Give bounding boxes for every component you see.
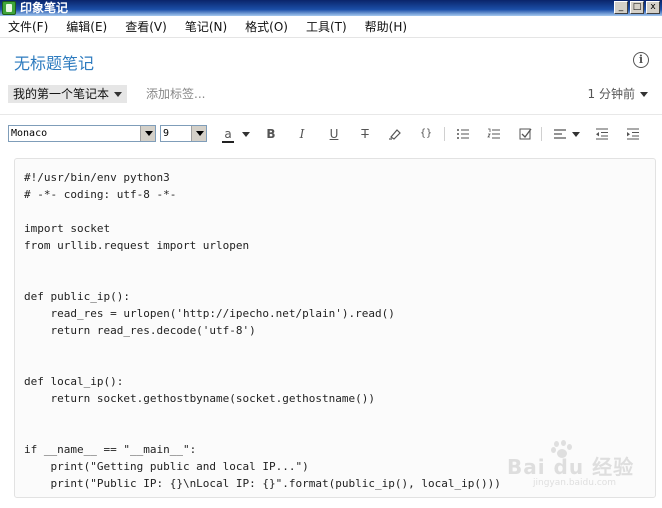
dropdown-arrow-icon[interactable]: [140, 126, 155, 141]
text-color-icon: a: [222, 128, 234, 143]
font-family-select[interactable]: Monaco: [8, 125, 156, 142]
minimize-button[interactable]: _: [614, 1, 628, 14]
menu-view[interactable]: 查看(V): [125, 18, 167, 35]
code-line: return socket.gethostbyname(socket.getho…: [24, 392, 375, 405]
format-toolbar: Monaco 9 a B I U T {}: [0, 114, 662, 150]
baidu-jingyan-watermark: Bai du 经验 jingyan.baidu.com: [507, 440, 647, 493]
font-family-value: Monaco: [11, 128, 48, 139]
code-line: print("Public IP: {}\nLocal IP: {}".form…: [24, 477, 501, 490]
toolbar-divider: [541, 127, 542, 141]
code-line: print("Getting public and local IP..."): [24, 460, 309, 473]
menu-file[interactable]: 文件(F): [8, 18, 48, 35]
note-time-menu[interactable]: 1 分钟前: [588, 85, 648, 103]
code-line: read_res = urlopen('http://ipecho.net/pl…: [24, 307, 395, 320]
watermark-text: Bai du 经验: [507, 455, 635, 479]
window-title: 印象笔记: [20, 1, 69, 15]
checkbox-icon[interactable]: [516, 125, 536, 143]
code-block[interactable]: #!/usr/bin/env python3 # -*- coding: utf-…: [24, 169, 501, 492]
code-line: import socket: [24, 222, 111, 235]
code-block-button[interactable]: {}: [416, 125, 436, 143]
align-icon[interactable]: [550, 125, 582, 143]
menu-bar: 文件(F) 编辑(E) 查看(V) 笔记(N) 格式(O) 工具(T) 帮助(H…: [0, 16, 662, 38]
info-icon[interactable]: i: [633, 52, 649, 68]
code-line: # -*- coding: utf-8 -*-: [24, 188, 177, 201]
indent-icon[interactable]: [623, 125, 643, 143]
underline-button[interactable]: U: [324, 125, 344, 143]
notebook-label: 我的第一个笔记本: [13, 87, 110, 101]
note-updated-label: 1 分钟前: [587, 87, 635, 101]
note-title[interactable]: 无标题笔记: [14, 50, 94, 74]
code-line: if __name__ == "__main__":: [24, 443, 197, 456]
window-controls: _ □ x: [614, 1, 660, 14]
outdent-icon[interactable]: [592, 125, 612, 143]
bold-button[interactable]: B: [261, 125, 281, 143]
code-line: def public_ip():: [24, 290, 130, 303]
chevron-down-icon: [242, 132, 250, 137]
watermark-url: jingyan.baidu.com: [533, 478, 617, 488]
menu-tools[interactable]: 工具(T): [306, 18, 347, 35]
chevron-down-icon: [640, 91, 648, 97]
window-titlebar: 印象笔记 _ □ x: [0, 0, 662, 16]
tag-input[interactable]: [146, 85, 266, 103]
menu-format[interactable]: 格式(O): [245, 18, 288, 35]
chevron-down-icon: [114, 91, 123, 97]
toolbar-divider: [444, 127, 445, 141]
text-color-button[interactable]: a: [220, 125, 250, 143]
dropdown-arrow-icon[interactable]: [191, 126, 206, 141]
code-line: #!/usr/bin/env python3: [24, 171, 170, 184]
maximize-button[interactable]: □: [630, 1, 644, 14]
font-size-select[interactable]: 9: [160, 125, 207, 142]
code-line: from urllib.request import urlopen: [24, 239, 250, 252]
close-button[interactable]: x: [646, 1, 660, 14]
font-size-value: 9: [163, 128, 170, 139]
numbered-list-icon[interactable]: [484, 125, 504, 143]
strikethrough-button[interactable]: T: [355, 125, 375, 143]
code-line: def local_ip():: [24, 375, 124, 388]
highlighter-icon[interactable]: [385, 125, 405, 143]
notebook-selector[interactable]: 我的第一个笔记本: [8, 85, 128, 103]
evernote-app-icon: [2, 1, 16, 15]
italic-button[interactable]: I: [292, 125, 312, 143]
bulleted-list-icon[interactable]: [453, 125, 473, 143]
menu-note[interactable]: 笔记(N): [185, 18, 227, 35]
menu-edit[interactable]: 编辑(E): [66, 18, 107, 35]
chevron-down-icon: [572, 132, 580, 137]
code-line: return read_res.decode('utf-8'): [24, 324, 256, 337]
menu-help[interactable]: 帮助(H): [365, 18, 407, 35]
